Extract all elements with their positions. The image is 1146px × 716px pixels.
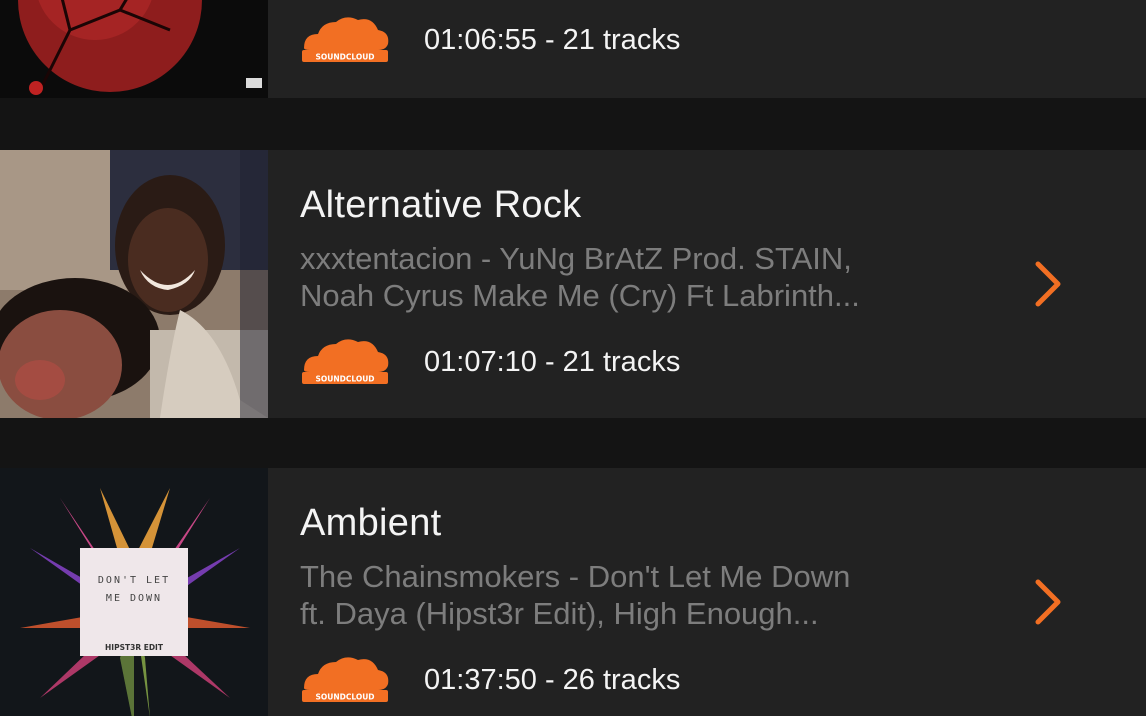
playlist-row[interactable]: SOUNDCLOUD 01:06:55 - 21 tracks [0,0,1146,98]
cover-text: DON'T LET [98,575,170,586]
soundcloud-label: SOUNDCLOUD [315,53,374,62]
playlist-cover [0,0,268,98]
playlist-row-ambient[interactable]: DON'T LET ME DOWN HIPST3R EDIT Ambient T… [0,468,1146,716]
cover-text: HIPST3R EDIT [105,643,164,652]
playlist-description: xxxtentacion - YuNg BrAtZ Prod. STAIN, N… [300,241,860,313]
soundcloud-icon: SOUNDCLOUD [302,339,389,384]
soundcloud-label: SOUNDCLOUD [315,693,374,702]
playlist-duration: 01:07:10 - 21 tracks [424,346,681,378]
playlist-duration: 01:37:50 - 26 tracks [424,664,681,696]
soundcloud-icon: SOUNDCLOUD [302,17,389,62]
playlist-cover: DON'T LET ME DOWN HIPST3R EDIT [0,468,268,716]
playlist-title: Alternative Rock [300,184,582,226]
playlist-list: SOUNDCLOUD 01:06:55 - 21 tracks Alternat… [0,0,1146,716]
playlist-cover [0,150,268,418]
playlist-title: Ambient [300,502,442,544]
playlist-row-alternative-rock[interactable]: Alternative Rock xxxtentacion - YuNg BrA… [0,150,1146,418]
playlist-duration: 01:06:55 - 21 tracks [424,24,681,56]
cover-text: ME DOWN [106,593,162,604]
chevron-right-icon[interactable] [1032,260,1064,308]
soundcloud-icon: SOUNDCLOUD [302,657,389,702]
soundcloud-label: SOUNDCLOUD [315,375,374,384]
playlist-description: The Chainsmokers - Don't Let Me Down ft.… [300,559,851,631]
chevron-right-icon[interactable] [1032,578,1064,626]
